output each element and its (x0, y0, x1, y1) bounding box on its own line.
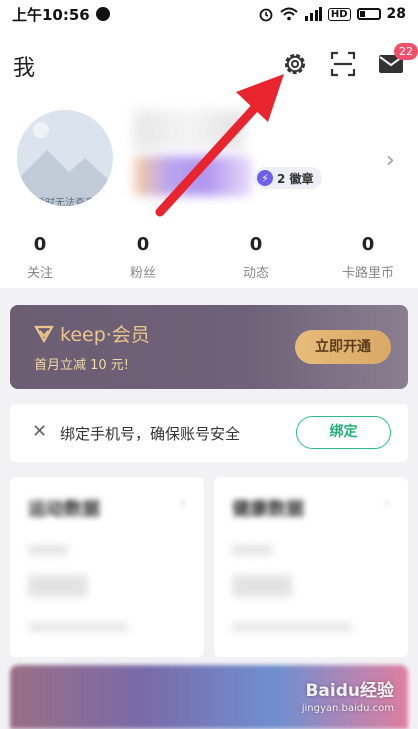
diamond-icon (34, 325, 54, 343)
stat-calorie-coins[interactable]: 0 卡路里币 (328, 234, 408, 281)
stat-label: 卡路里币 (341, 266, 394, 281)
close-icon[interactable]: ✕ (32, 421, 47, 442)
stat-followers[interactable]: 0 粉丝 (103, 234, 183, 281)
blurred-line (232, 575, 292, 597)
stat-label: 粉丝 (129, 266, 156, 281)
bind-button[interactable]: 绑定 (296, 416, 391, 449)
blurred-line (28, 623, 128, 631)
notification-icon (95, 7, 110, 21)
username-blurred (134, 110, 244, 150)
page-title: 我 (13, 56, 36, 81)
chevron-right-icon: › (180, 495, 186, 511)
hd-indicator: HD (327, 7, 351, 21)
stat-value: 0 (136, 234, 150, 255)
vip-subtitle: 首月立减 10 元! (34, 358, 130, 373)
blurred-line (232, 545, 272, 555)
placeholder-image-icon (17, 110, 113, 206)
vip-logo-text: keep·会员 (60, 324, 150, 346)
medal-label: 2 徽章 (277, 171, 314, 186)
bind-phone-text: 绑定手机号，确保账号安全 (60, 425, 241, 443)
mail-badge: 22 (394, 43, 418, 60)
stat-value: 0 (249, 234, 263, 255)
alarm-icon (259, 8, 273, 22)
blurred-line (28, 575, 88, 597)
watermark-url: jingyan.baidu.com (301, 703, 394, 714)
scan-icon[interactable] (329, 50, 357, 78)
status-time: 上午10:56 (12, 5, 90, 24)
wifi-icon (280, 7, 298, 21)
status-bar: 上午10:56 HD 28 (0, 0, 418, 28)
avatar-caption: 暂时无法查看 (35, 198, 95, 206)
avatar[interactable]: 暂时无法查看 (17, 110, 113, 206)
battery-icon (356, 8, 381, 20)
profile-section: 暂时无法查看 ⚡ 2 徽章 › 0 关注 0 粉丝 0 动态 0 卡路里币 (0, 98, 418, 288)
blurred-line (28, 545, 68, 555)
vip-banner[interactable]: keep·会员 首月立减 10 元! 立即开通 (10, 305, 408, 389)
health-data-card[interactable]: 健康数据 › (214, 477, 408, 657)
stat-posts[interactable]: 0 动态 (216, 234, 296, 281)
blurred-line (232, 623, 352, 631)
vip-activate-button[interactable]: 立即开通 (295, 330, 391, 364)
bind-phone-banner: ✕ 绑定手机号，确保账号安全 绑定 (10, 404, 408, 462)
page-header: 我 22 (0, 28, 418, 98)
watermark-brand: Baidu经验 (305, 681, 394, 701)
vip-logo: keep·会员 (34, 320, 150, 347)
gear-icon[interactable] (281, 50, 309, 78)
level-tag-blurred (134, 156, 252, 196)
card-title: 运动数据 (28, 499, 100, 520)
card-title: 健康数据 (232, 499, 304, 520)
medal-badge[interactable]: ⚡ 2 徽章 (254, 167, 322, 189)
stat-following[interactable]: 0 关注 (0, 234, 80, 281)
stat-value: 0 (361, 234, 375, 255)
sports-data-card[interactable]: 运动数据 › (10, 477, 204, 657)
chevron-right-icon[interactable]: › (386, 148, 395, 173)
signal-icon (304, 7, 322, 21)
battery-level: 28 (386, 6, 406, 22)
stat-value: 0 (33, 234, 47, 255)
stat-label: 动态 (242, 266, 269, 281)
lightning-icon: ⚡ (257, 170, 273, 186)
chevron-right-icon: › (384, 495, 390, 511)
stat-label: 关注 (26, 266, 53, 281)
